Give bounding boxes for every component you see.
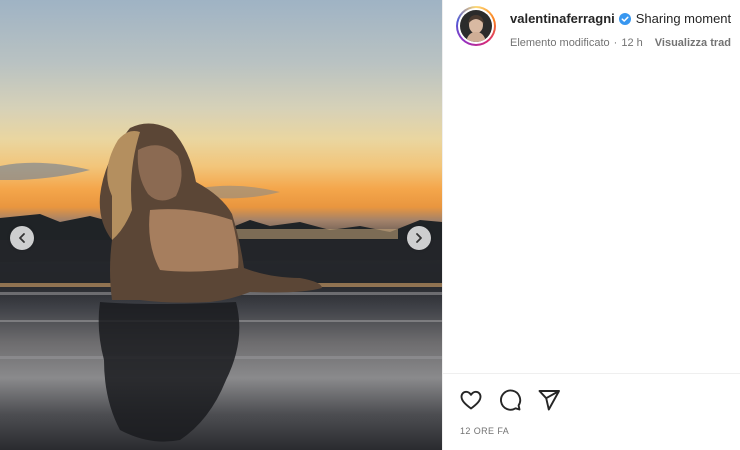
username-link[interactable]: valentinaferragni <box>510 11 615 26</box>
post-timestamp[interactable]: 12 ORE FA <box>460 426 509 436</box>
like-button[interactable] <box>459 388 483 412</box>
previous-photo-button[interactable] <box>10 226 34 250</box>
post-side-panel: valentinaferragni Sharing moment Element… <box>442 0 740 450</box>
meta-separator: · <box>613 37 618 49</box>
edited-label: Elemento modificato <box>510 37 610 49</box>
profile-picture <box>460 10 492 42</box>
avatar[interactable] <box>456 6 496 46</box>
time-ago[interactable]: 12 h <box>621 37 642 49</box>
divider <box>443 373 740 374</box>
comment-button[interactable] <box>498 388 522 412</box>
heart-icon <box>460 390 482 410</box>
post-actions <box>459 388 561 412</box>
paper-plane-icon <box>538 390 560 411</box>
translate-link[interactable]: Visualizza trad <box>655 37 731 49</box>
sunset-pool-photo <box>0 123 442 442</box>
caption-preview: Sharing moment <box>635 11 732 26</box>
verified-badge-icon <box>618 12 631 25</box>
next-photo-button[interactable] <box>407 226 431 250</box>
post-header: valentinaferragni Sharing moment Element… <box>443 0 740 58</box>
comment-icon <box>500 389 522 411</box>
post-photo[interactable] <box>0 0 442 450</box>
share-button[interactable] <box>537 388 561 412</box>
chevron-right-icon <box>416 233 422 243</box>
chevron-left-icon <box>19 233 25 243</box>
